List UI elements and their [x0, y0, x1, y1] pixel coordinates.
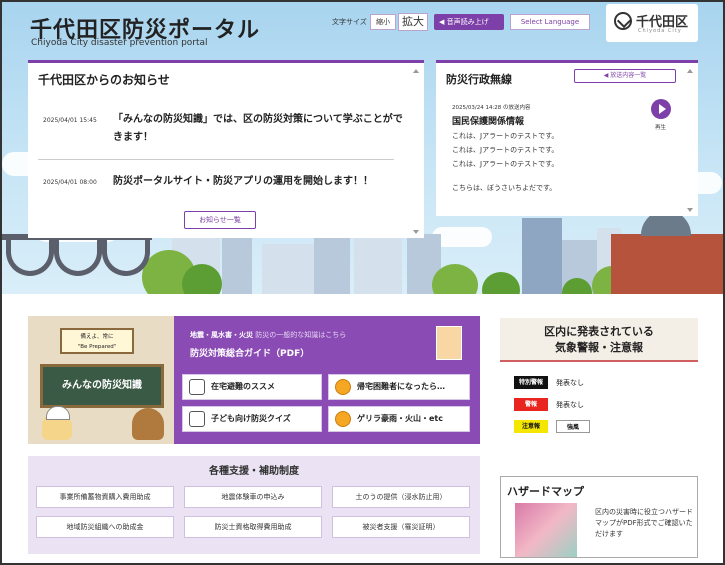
stranded-commuter-button[interactable]: 帰宅困難者になったら…	[328, 374, 470, 400]
be-prepared-sign: 備えよ、常に "Be Prepared"	[60, 328, 134, 354]
news-title: 千代田区からのお知らせ	[38, 73, 170, 87]
kids-quiz-button[interactable]: 子ども向け防災クイズ	[182, 406, 322, 432]
home-evacuation-label: 在宅避難のススメ	[211, 382, 275, 391]
chiyoda-logo[interactable]: 千代田区 Chiyoda City	[606, 4, 698, 42]
warnings-list: 特別警報 発表なし 警報 発表なし 注意報 強風	[500, 362, 698, 440]
speaker-icon: ◀	[439, 18, 445, 26]
disaster-radio-panel: 防災行政無線 ◀ 放送内容一覧 2025/03/24 14:28 の放送内容 国…	[436, 60, 698, 216]
logo-sub-text: Chiyoda City	[638, 28, 682, 34]
warning-status: 発表なし	[556, 401, 584, 409]
radio-title: 防災行政無線	[446, 73, 512, 86]
support-button[interactable]: 事業所備蓄物資購入費用助成	[36, 486, 174, 508]
hazard-description: 区内の災害時に役立つハザードマップがPDF形式でご確認いただけます	[595, 508, 693, 538]
font-small-button[interactable]: 縮小	[370, 14, 396, 30]
helmet-icon	[335, 379, 351, 395]
news-text[interactable]: 防災ポータルサイト・防災アプリの運用を開始します！！	[113, 173, 409, 191]
support-panel: 各種支援・補助制度 事業所備蓄物資購入費用助成 地震体験車の申込み 土のうの提供…	[28, 456, 480, 554]
radio-scrollbar[interactable]	[687, 69, 693, 212]
news-divider	[38, 159, 394, 160]
hazard-map-card[interactable]: ハザードマップ 区内の災害時に役立つハザードマップがPDF形式でご確認いただけま…	[500, 476, 698, 558]
news-date: 2025/04/01 15:45	[43, 117, 97, 124]
special-warning-badge: 特別警報	[514, 376, 548, 389]
support-button[interactable]: 防災士資格取得費用助成	[184, 516, 322, 538]
disaster-guide-panel: 地震・風水害・火災 防災の一般的な知識はこちら 防災対策総合ガイド（PDF） 在…	[174, 316, 480, 444]
guide-topline: 地震・風水害・火災 防災の一般的な知識はこちら	[190, 330, 346, 340]
strong-wind-badge: 強風	[556, 420, 590, 433]
broadcast-line: これは、Jアラートのテストです。	[452, 160, 559, 168]
warning-badge: 警報	[514, 398, 548, 411]
warnings-title: 区内に発表されている 気象警報・注意報	[500, 324, 698, 356]
broadcast-line: これは、Jアラートのテストです。	[452, 132, 559, 140]
news-scrollbar[interactable]	[413, 69, 419, 234]
font-large-button[interactable]: 拡大	[398, 13, 428, 31]
broadcast-closing: こちらは、ぼうさいちよだです。	[452, 184, 557, 192]
support-title: 各種支援・補助制度	[209, 466, 299, 477]
play-label: 再生	[655, 125, 667, 131]
kids-icon	[189, 411, 205, 427]
advisory-badge: 注意報	[514, 420, 548, 433]
knowledge-title: みんなの防災知識	[62, 380, 142, 391]
guide-category: 地震・風水害・火災	[190, 331, 253, 339]
hazard-title: ハザードマップ	[507, 485, 584, 498]
guide-hint: 防災の一般的な知識はこちら	[255, 331, 347, 339]
play-icon[interactable]	[651, 99, 671, 119]
support-button[interactable]: 地震体験車の申込み	[184, 486, 322, 508]
blackboard: みんなの防災知識	[40, 364, 164, 408]
broadcast-list-label: 放送内容一覧	[610, 72, 647, 79]
broadcast-list-button[interactable]: ◀ 放送内容一覧	[574, 69, 676, 83]
page-subtitle: Chiyoda City disaster prevention portal	[31, 38, 208, 48]
special-warning-status: 発表なし	[556, 379, 584, 387]
news-list-button[interactable]: お知らせ一覧	[184, 211, 256, 229]
news-text[interactable]: 「みんなの防災知識」では、区の防災対策について学ぶことができます！	[113, 111, 409, 147]
read-aloud-button[interactable]: ◀ 音声読み上げ	[434, 14, 504, 30]
warnings-title-line: 区内に発表されている	[544, 325, 654, 338]
guide-pdf-link[interactable]: 防災対策総合ガイド（PDF）	[190, 346, 309, 359]
weather-warnings-panel: 区内に発表されている 気象警報・注意報 特別警報 発表なし 警報 発表なし 注意…	[500, 318, 698, 440]
font-size-label: 文字サイズ	[332, 18, 367, 26]
hazard-map-thumbnail[interactable]	[515, 503, 577, 557]
guerrilla-rain-button[interactable]: ゲリラ豪雨・火山・etc	[328, 406, 470, 432]
kids-quiz-label: 子ども向け防災クイズ	[211, 414, 291, 423]
broadcast-body: これは、Jアラートのテストです。 これは、Jアラートのテストです。 これは、Jア…	[452, 129, 558, 171]
station-illustration	[611, 210, 723, 294]
sign-line: "Be Prepared"	[77, 344, 117, 350]
guide-book-icon[interactable]	[436, 326, 462, 360]
home-evacuation-button[interactable]: 在宅避難のススメ	[182, 374, 322, 400]
sign-line: 備えよ、常に	[80, 334, 114, 340]
support-button[interactable]: 地域防災組織への助成金	[36, 516, 174, 538]
chiyoda-emblem-icon	[614, 12, 632, 30]
language-select-button[interactable]: Select Language	[510, 14, 590, 30]
support-button[interactable]: 土のうの提供（浸水防止用）	[332, 486, 470, 508]
weather-icon	[335, 411, 351, 427]
stranded-commuter-label: 帰宅困難者になったら…	[357, 382, 445, 391]
warnings-title-line: 気象警報・注意報	[555, 341, 643, 354]
dog-illustration	[132, 408, 164, 440]
news-date: 2025/04/01 08:00	[43, 179, 97, 186]
read-aloud-label: 音声読み上げ	[446, 18, 489, 26]
broadcast-line: これは、Jアラートのテストです。	[452, 146, 559, 154]
broadcast-meta: 2025/03/24 14:28 の放送内容	[452, 105, 531, 111]
broadcast-title: 国民保護関係情報	[452, 117, 525, 127]
disaster-knowledge-card[interactable]: 備えよ、常に "Be Prepared" みんなの防災知識	[28, 316, 174, 444]
news-panel: 千代田区からのお知らせ 2025/04/01 15:45 「みんなの防災知識」で…	[28, 60, 424, 238]
bridge-illustration	[2, 234, 152, 276]
dog-helmet-illustration	[42, 406, 72, 440]
house-icon	[189, 379, 205, 395]
support-button[interactable]: 被災者支援（罹災証明）	[332, 516, 470, 538]
guerrilla-rain-label: ゲリラ豪雨・火山・etc	[357, 414, 443, 423]
